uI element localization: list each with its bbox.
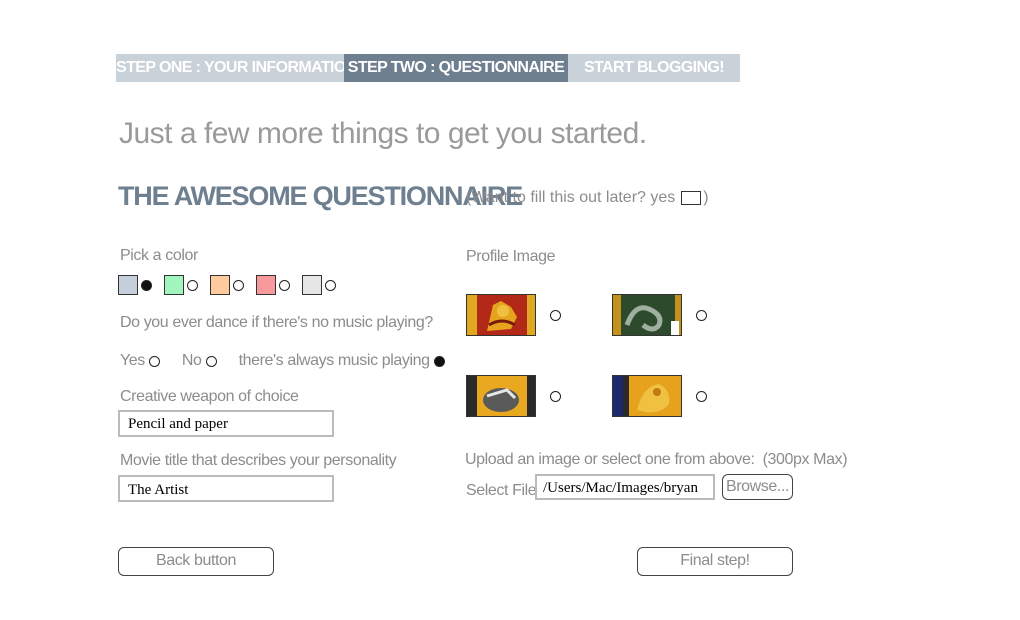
color-radio[interactable] <box>187 279 198 291</box>
back-button[interactable]: Back button <box>118 547 274 576</box>
profile-image-radio[interactable] <box>550 309 561 321</box>
color-radio[interactable] <box>325 279 336 291</box>
color-swatch[interactable] <box>164 275 184 295</box>
color-swatch[interactable] <box>256 275 276 295</box>
upload-label-row: Upload an image or select one from above… <box>465 451 848 469</box>
select-file-label: Select File <box>466 482 537 499</box>
intro-heading: Just a few more things to get you starte… <box>119 117 647 150</box>
pick-color-label: Pick a color <box>120 247 198 264</box>
dance-options: Yes No there's always music playing <box>120 352 461 370</box>
dance-radio[interactable] <box>433 355 445 367</box>
start-blogging-tab[interactable]: START BLOGGING! <box>568 54 740 82</box>
option-label: Yes <box>120 352 145 369</box>
fill-later-label: (Want to fill this out later? yes <box>466 189 676 206</box>
upload-label: Upload an image or select one from above… <box>465 451 755 468</box>
step-two-tab[interactable]: STEP TWO : QUESTIONNAIRE <box>344 54 568 82</box>
option-label: No <box>181 352 202 369</box>
color-option[interactable] <box>210 275 244 295</box>
color-option[interactable] <box>256 275 290 295</box>
green-serpent-crest-image[interactable] <box>612 294 682 336</box>
profile-image-radio[interactable] <box>550 390 561 402</box>
browse-button[interactable]: Browse... <box>722 474 793 500</box>
color-option[interactable] <box>118 275 152 295</box>
blue-eagle-crest-image[interactable] <box>612 375 682 417</box>
dance-question-label: Do you ever dance if there's no music pl… <box>120 314 433 331</box>
movie-label: Movie title that describes your personal… <box>120 452 397 469</box>
step-one-tab[interactable]: STEP ONE : YOUR INFORMATION <box>116 54 357 82</box>
weapon-input[interactable]: Pencil and paper <box>118 410 334 437</box>
movie-input[interactable]: The Artist <box>118 475 334 502</box>
color-radio[interactable] <box>279 279 290 291</box>
dance-radio[interactable] <box>205 355 217 367</box>
steps-bar: STEP ONE : YOUR INFORMATION STEP TWO : Q… <box>116 54 740 82</box>
color-swatch[interactable] <box>302 275 322 295</box>
questionnaire-title: THE AWESOME QUESTIONNAIRE <box>118 181 523 211</box>
dance-radio[interactable] <box>148 355 160 367</box>
profile-image-option[interactable] <box>612 375 707 417</box>
color-option[interactable] <box>164 275 198 295</box>
profile-image-option[interactable] <box>466 294 561 336</box>
color-radio[interactable] <box>141 279 152 291</box>
upload-max-note: (300px Max) <box>762 451 848 468</box>
color-radio[interactable] <box>233 279 244 291</box>
weapon-label: Creative weapon of choice <box>120 388 299 405</box>
profile-image-option[interactable] <box>466 375 561 417</box>
fill-later-checkbox[interactable] <box>681 191 702 205</box>
color-swatch[interactable] <box>118 275 138 295</box>
yellow-badger-crest-image[interactable] <box>466 375 536 417</box>
file-path-input[interactable]: /Users/Mac/Images/bryan <box>535 474 715 500</box>
profile-image-option[interactable] <box>612 294 707 336</box>
profile-image-radio[interactable] <box>696 309 707 321</box>
dance-option-yes[interactable]: Yes <box>120 352 160 370</box>
color-swatches <box>118 275 348 295</box>
fill-later-option: (Want to fill this out later? yes ) <box>466 189 709 207</box>
color-swatch[interactable] <box>210 275 230 295</box>
profile-image-label: Profile Image <box>466 248 556 265</box>
fill-later-suffix: ) <box>703 189 709 206</box>
color-option[interactable] <box>302 275 336 295</box>
option-label: there's always music playing <box>238 352 430 369</box>
dance-option-no[interactable]: No <box>182 352 217 370</box>
red-lion-crest-image[interactable] <box>466 294 536 336</box>
final-step-button[interactable]: Final step! <box>637 547 793 576</box>
dance-option-always-music[interactable]: there's always music playing <box>239 352 445 370</box>
profile-image-radio[interactable] <box>696 390 707 402</box>
